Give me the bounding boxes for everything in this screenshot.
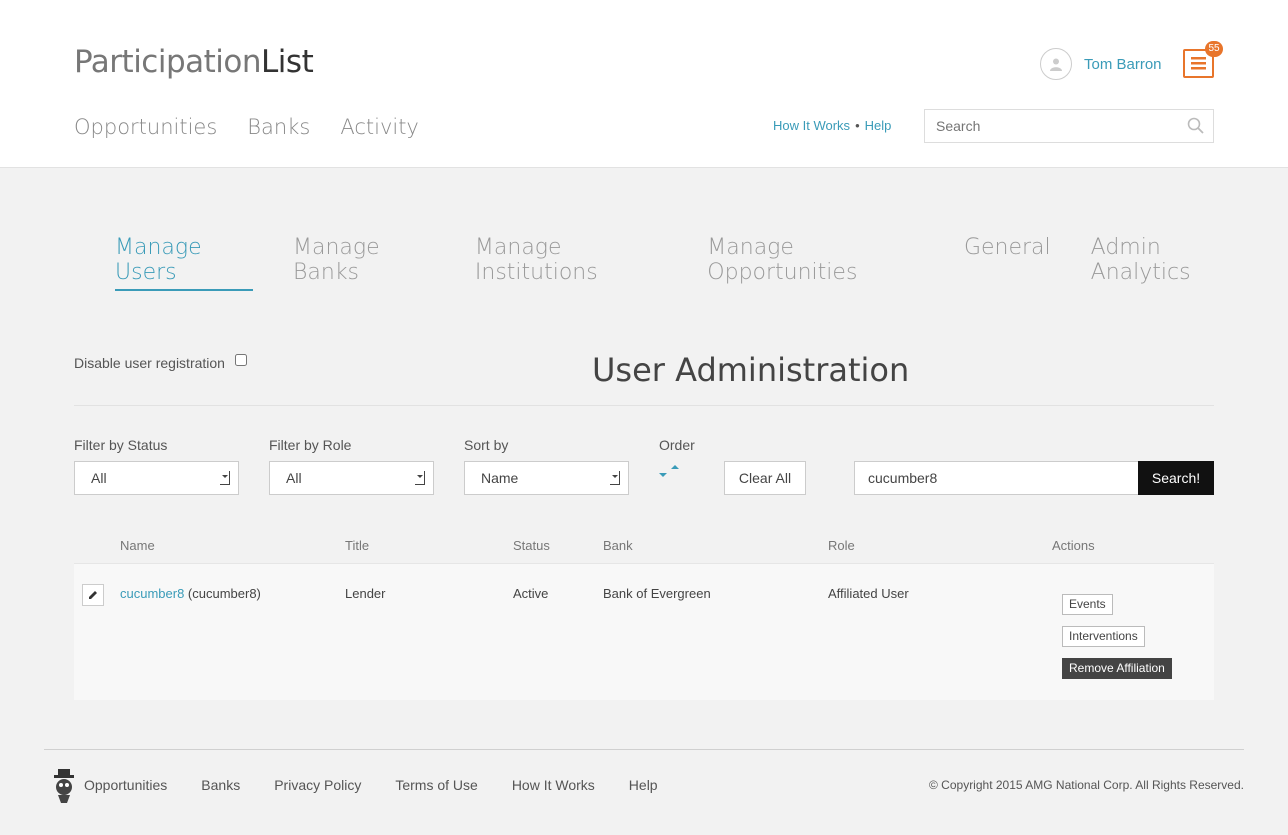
tab-manage-users[interactable]: Manage Users [115,235,253,291]
tab-manage-banks[interactable]: Manage Banks [293,235,435,291]
sort-by-select[interactable]: Name [464,461,629,495]
tab-general[interactable]: General [964,235,1051,291]
dropdown-arrow-icon [610,471,620,485]
sort-by-label: Sort by [464,437,509,453]
separator-dot: • [855,118,860,133]
copyright-text: © Copyright 2015 AMG National Corp. All … [929,778,1244,792]
search-icon[interactable] [1187,117,1205,135]
footer-link-opportunities[interactable]: Opportunities [84,777,167,793]
footer-link-how-it-works[interactable]: How It Works [512,777,595,793]
remove-affiliation-button[interactable]: Remove Affiliation [1062,658,1172,679]
column-header-name: Name [120,538,155,553]
tab-manage-institutions[interactable]: Manage Institutions [475,235,667,291]
search-input[interactable] [925,110,1175,142]
footer-link-privacy[interactable]: Privacy Policy [274,777,361,793]
disable-registration-checkbox[interactable] [234,354,247,366]
footer-link-terms[interactable]: Terms of Use [395,777,477,793]
footer-logo-icon[interactable] [53,769,75,803]
search-button[interactable]: Search! [1138,461,1214,495]
sort-order-icon[interactable] [659,465,681,477]
admin-tabs: Manage Users Manage Banks Manage Institu… [115,235,1288,291]
edit-user-button[interactable] [82,584,104,606]
nav-opportunities[interactable]: Opportunities [74,115,217,139]
column-header-title: Title [345,538,370,553]
main-content: Manage Users Manage Banks Manage Institu… [0,168,1288,835]
dropdown-arrow-icon [415,471,425,485]
page-title: User Administration [592,351,910,389]
tab-admin-analytics[interactable]: Admin Analytics [1091,235,1248,291]
user-icon [1050,58,1062,71]
filter-status-label: Filter by Status [74,437,168,453]
column-header-bank: Bank [603,538,633,553]
order-label: Order [659,437,695,453]
disable-registration-label: Disable user registration [74,355,225,371]
avatar[interactable] [1040,48,1072,80]
footer-divider [44,749,1244,750]
filter-role-value: All [286,470,302,486]
user-name-cell: cucumber8 (cucumber8) [120,586,261,601]
user-name-link[interactable]: Tom Barron [1084,56,1162,73]
filter-status-value: All [91,470,107,486]
footer-link-banks[interactable]: Banks [201,777,240,793]
pencil-icon [89,591,97,599]
filter-status-select[interactable]: All [74,461,239,495]
notification-badge: 55 [1205,41,1223,57]
user-menu[interactable]: Tom Barron [1040,48,1162,80]
user-title-cell: Lender [345,586,386,601]
clear-all-button[interactable]: Clear All [724,461,806,495]
site-logo[interactable]: ParticipationList [74,44,314,80]
user-username: (cucumber8) [184,586,261,601]
footer-link-help[interactable]: Help [629,777,658,793]
nav-banks[interactable]: Banks [247,115,310,139]
logo-text-dark: List [261,44,314,80]
column-header-actions: Actions [1052,538,1095,553]
logo-text-light: Participation [74,44,262,80]
table-row [74,563,1214,700]
filter-role-label: Filter by Role [269,437,352,453]
tab-manage-opportunities[interactable]: Manage Opportunities [707,235,924,291]
help-links: How It Works • Help [773,118,891,133]
disable-registration: Disable user registration [74,354,247,371]
user-bank-cell: Bank of Evergreen [603,586,711,601]
user-status-cell: Active [513,586,549,601]
events-button[interactable]: Events [1062,594,1113,615]
user-link[interactable]: cucumber8 [120,586,184,601]
nav-activity[interactable]: Activity [340,115,419,139]
hamburger-icon [1191,57,1206,70]
divider [74,405,1214,406]
main-nav: Opportunities Banks Activity [74,115,419,139]
footer-nav: Opportunities Banks Privacy Policy Terms… [84,777,658,793]
header-search [924,109,1214,143]
dropdown-arrow-icon [220,471,230,485]
how-it-works-link[interactable]: How It Works [773,118,850,133]
user-search-input[interactable]: cucumber8 [854,461,1139,495]
interventions-button[interactable]: Interventions [1062,626,1145,647]
column-header-role: Role [828,538,855,553]
user-role-cell: Affiliated User [828,586,909,601]
help-link[interactable]: Help [865,118,892,133]
column-header-status: Status [513,538,550,553]
sort-by-value: Name [481,470,519,486]
site-header: ParticipationList Opportunities Banks Ac… [0,0,1288,168]
filter-role-select[interactable]: All [269,461,434,495]
